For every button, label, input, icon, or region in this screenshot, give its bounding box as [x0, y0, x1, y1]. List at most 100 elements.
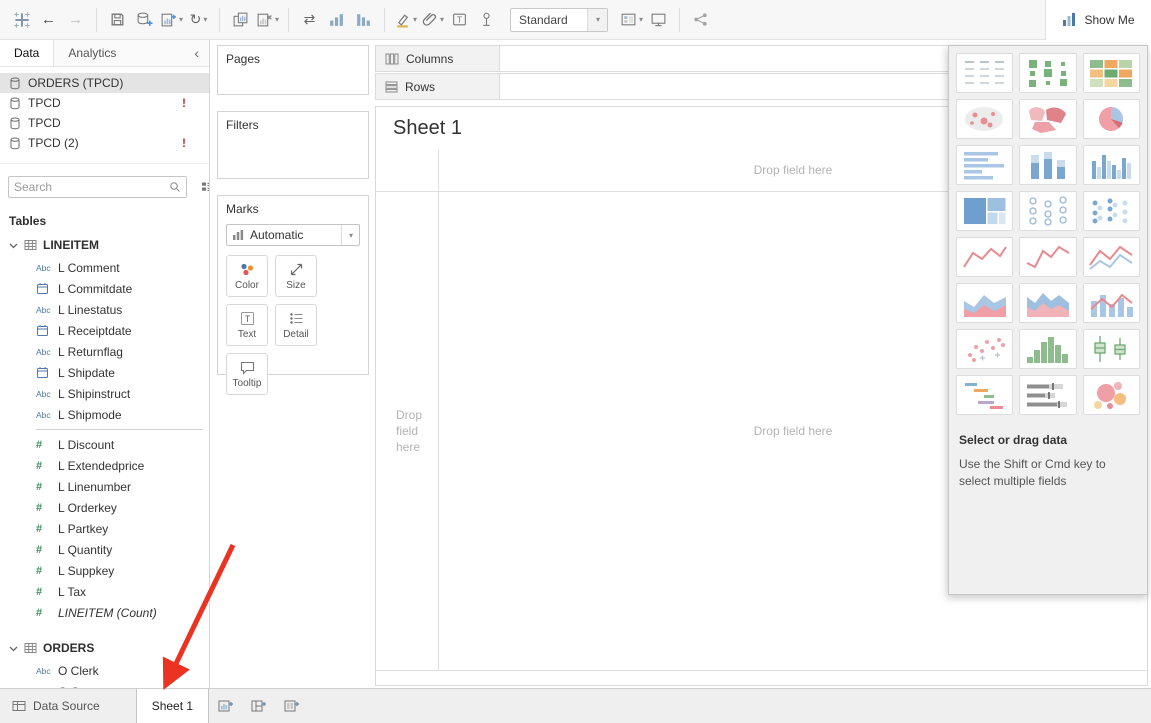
new-worksheet-button[interactable]: ▾	[158, 6, 185, 34]
show-me-panel: Select or drag data Use the Shift or Cmd…	[948, 45, 1148, 595]
caret-down-icon: ▾	[341, 225, 359, 245]
table-group-lineitem[interactable]: LINEITEM	[0, 232, 209, 257]
scatter-plot-chart-button[interactable]	[956, 329, 1013, 369]
detail-button[interactable]: Detail	[275, 304, 317, 346]
show-mark-labels-button[interactable]: T	[446, 6, 473, 34]
field-row[interactable]: L Shipdate	[0, 362, 209, 383]
datasource-item[interactable]: TPCD (2)!	[0, 133, 209, 153]
tab-analytics[interactable]: Analytics	[54, 40, 130, 66]
presentation-mode-button[interactable]	[645, 6, 672, 34]
marks-card[interactable]: Marks Automatic ▾ Color Size TText Detai…	[217, 195, 369, 375]
field-row[interactable]: #L Tax	[0, 581, 209, 602]
field-row[interactable]: L Receiptdate	[0, 320, 209, 341]
stacked-bars-chart-button[interactable]	[1019, 145, 1076, 185]
field-row[interactable]: L Commitdate	[0, 278, 209, 299]
size-icon	[289, 262, 304, 277]
dual-combination-chart-button[interactable]	[1083, 283, 1140, 323]
heat-map-chart-button[interactable]	[1019, 53, 1076, 93]
add-data-button[interactable]	[131, 6, 158, 34]
filled-map-chart-button[interactable]	[1019, 99, 1076, 139]
datasource-item[interactable]: TPCD	[0, 113, 209, 133]
discrete-area-chart-button[interactable]	[1019, 283, 1076, 323]
highlight-table-chart-button[interactable]	[1083, 53, 1140, 93]
horizontal-bars-chart-button[interactable]	[956, 145, 1013, 185]
color-button[interactable]: Color	[226, 255, 268, 297]
redo-button[interactable]: →	[62, 6, 89, 34]
text-button[interactable]: TText	[226, 304, 268, 346]
new-worksheet-tab-button[interactable]	[209, 689, 242, 723]
text-table-chart-button[interactable]	[956, 53, 1013, 93]
horizontal-bars-icon	[960, 149, 1010, 181]
group-members-button[interactable]: ▾	[419, 6, 446, 34]
datasource-item[interactable]: TPCD!	[0, 93, 209, 113]
collapse-pane-button[interactable]: ‹	[184, 40, 209, 66]
refresh-button[interactable]: ↻▾	[185, 6, 212, 34]
field-row[interactable]: #L Partkey	[0, 518, 209, 539]
show-hide-cards-button[interactable]: ▾	[618, 6, 645, 34]
side-by-side-circles-chart-button[interactable]	[1083, 191, 1140, 231]
new-story-button[interactable]	[275, 689, 308, 723]
field-row[interactable]: #L Extendedprice	[0, 455, 209, 476]
drop-zone-left[interactable]: Drop field here	[376, 192, 438, 670]
field-row[interactable]: AbcL Comment	[0, 257, 209, 278]
datasource-label: TPCD (2)	[28, 136, 79, 150]
dual-lines-chart-button[interactable]	[1083, 237, 1140, 277]
discrete-lines-chart-button[interactable]	[1019, 237, 1076, 277]
symbol-map-chart-button[interactable]	[956, 99, 1013, 139]
tooltip-button[interactable]: Tooltip	[226, 353, 268, 395]
field-row[interactable]: #L Suppkey	[0, 560, 209, 581]
filters-shelf[interactable]: Filters	[217, 111, 369, 179]
tab-data[interactable]: Data	[0, 40, 54, 66]
caret-down-icon: ▾	[440, 15, 444, 24]
treemap-chart-button[interactable]	[956, 191, 1013, 231]
histogram-chart-button[interactable]	[1019, 329, 1076, 369]
field-row[interactable]: AbcL Shipmode	[0, 404, 209, 425]
field-row[interactable]: AbcL Returnflag	[0, 341, 209, 362]
search-input[interactable]	[14, 180, 169, 194]
circle-views-chart-button[interactable]	[1019, 191, 1076, 231]
field-row[interactable]: #L Orderkey	[0, 497, 209, 518]
datasource-item[interactable]: ORDERS (TPCD)	[0, 73, 209, 93]
field-row[interactable]: #L Linenumber	[0, 476, 209, 497]
field-row[interactable]: AbcO Clerk	[0, 660, 209, 681]
field-row[interactable]: #LINEITEM (Count)	[0, 602, 209, 623]
fix-axes-button[interactable]	[473, 6, 500, 34]
undo-button[interactable]: ←	[35, 6, 62, 34]
table-group-orders[interactable]: ORDERS	[0, 635, 209, 660]
show-me-button[interactable]: Show Me	[1045, 0, 1151, 40]
chevron-down-icon	[9, 241, 18, 250]
continuous-area-chart-button[interactable]	[956, 283, 1013, 323]
save-button[interactable]	[104, 6, 131, 34]
show-me-hint-body: Use the Shift or Cmd key to select multi…	[959, 456, 1119, 491]
share-button[interactable]	[687, 6, 714, 34]
color-label: Color	[235, 280, 259, 291]
text-type-icon: Abc	[36, 389, 58, 399]
sheet-tab-sheet1[interactable]: Sheet 1	[136, 689, 209, 723]
field-row[interactable]: AbcL Shipinstruct	[0, 383, 209, 404]
box-and-whisker-chart-button[interactable]	[1083, 329, 1140, 369]
columns-label-text: Columns	[406, 52, 453, 66]
clear-sheet-button[interactable]: ▾	[254, 6, 281, 34]
field-row[interactable]: AbcL Linestatus	[0, 299, 209, 320]
highlight-button[interactable]: ▾	[392, 6, 419, 34]
side-by-side-bars-chart-button[interactable]	[1083, 145, 1140, 185]
view-options-button[interactable]: ▾	[201, 181, 210, 193]
data-source-tab[interactable]: Data Source	[0, 689, 112, 723]
duplicate-button[interactable]	[227, 6, 254, 34]
pie-chart-button[interactable]	[1083, 99, 1140, 139]
sort-ascending-button[interactable]	[323, 6, 350, 34]
sort-descending-button[interactable]	[350, 6, 377, 34]
field-row[interactable]: #L Discount	[0, 434, 209, 455]
new-dashboard-button[interactable]	[242, 689, 275, 723]
gantt-chart-button[interactable]	[956, 375, 1013, 415]
pages-shelf[interactable]: Pages	[217, 45, 369, 95]
field-row[interactable]: AbcO Comment	[0, 681, 209, 688]
field-row[interactable]: #L Quantity	[0, 539, 209, 560]
swap-rows-columns-button[interactable]: ⇄	[296, 6, 323, 34]
size-button[interactable]: Size	[275, 255, 317, 297]
bullet-graph-chart-button[interactable]	[1019, 375, 1076, 415]
fit-selector[interactable]: Standard▾	[510, 8, 608, 32]
continuous-lines-chart-button[interactable]	[956, 237, 1013, 277]
mark-type-dropdown[interactable]: Automatic ▾	[226, 224, 360, 246]
packed-bubbles-chart-button[interactable]	[1083, 375, 1140, 415]
